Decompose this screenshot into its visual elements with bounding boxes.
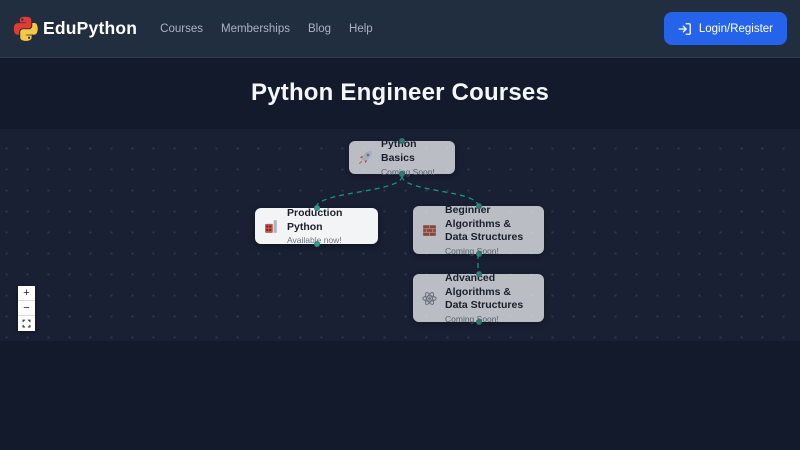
handle-top[interactable] [476, 271, 482, 277]
login-register-button[interactable]: Login/Register [664, 12, 787, 45]
node-beginner-algorithms[interactable]: Beginner Algorithms & Data Structures Co… [413, 206, 544, 254]
node-status: Coming Soon! [381, 167, 445, 177]
node-status: Available now! [287, 235, 368, 245]
nav-links: Courses Memberships Blog Help [160, 17, 373, 41]
handle-bottom[interactable] [476, 251, 482, 257]
login-button-label: Login/Register [699, 23, 773, 35]
bricks-icon [421, 222, 438, 239]
fit-view-icon [22, 319, 31, 328]
node-status: Coming Soon! [445, 314, 534, 324]
page-title: Python Engineer Courses [0, 79, 800, 107]
nav-link-courses[interactable]: Courses [160, 17, 203, 41]
node-title: Beginner Algorithms & Data Structures [445, 204, 534, 245]
node-title: Advanced Algorithms & Data Structures [445, 272, 534, 313]
nav-link-memberships[interactable]: Memberships [221, 17, 290, 41]
fit-view-button[interactable] [18, 316, 35, 331]
edge-basics-to-beginner [402, 176, 478, 206]
navbar: EduPython Courses Memberships Blog Help … [0, 0, 800, 58]
zoom-out-button[interactable]: − [18, 301, 35, 316]
node-python-basics[interactable]: Python Basics Coming Soon! [349, 141, 455, 174]
handle-top[interactable] [476, 203, 482, 209]
nav-link-blog[interactable]: Blog [308, 17, 331, 41]
edge-basics-to-production [316, 176, 402, 208]
course-flow-canvas[interactable]: Python Basics Coming Soon! Production Py… [0, 129, 800, 341]
edupython-logo-icon [13, 16, 38, 41]
handle-top[interactable] [314, 205, 320, 211]
handle-top[interactable] [399, 138, 405, 144]
brand[interactable]: EduPython [13, 16, 137, 41]
flow-controls: + − [18, 286, 35, 331]
login-icon [678, 22, 692, 36]
nav-link-help[interactable]: Help [349, 17, 373, 41]
rocket-icon [357, 149, 374, 166]
atom-icon [421, 290, 438, 307]
handle-bottom[interactable] [399, 171, 405, 177]
node-production-python[interactable]: Production Python Available now! [255, 208, 378, 244]
factory-icon [263, 218, 280, 235]
node-title: Python Basics [381, 138, 445, 165]
node-advanced-algorithms[interactable]: Advanced Algorithms & Data Structures Co… [413, 274, 544, 322]
node-title: Production Python [287, 207, 368, 234]
zoom-in-button[interactable]: + [18, 286, 35, 301]
handle-bottom[interactable] [314, 241, 320, 247]
handle-bottom[interactable] [476, 319, 482, 325]
brand-name: EduPython [43, 18, 137, 39]
node-status: Coming Soon! [445, 246, 534, 256]
